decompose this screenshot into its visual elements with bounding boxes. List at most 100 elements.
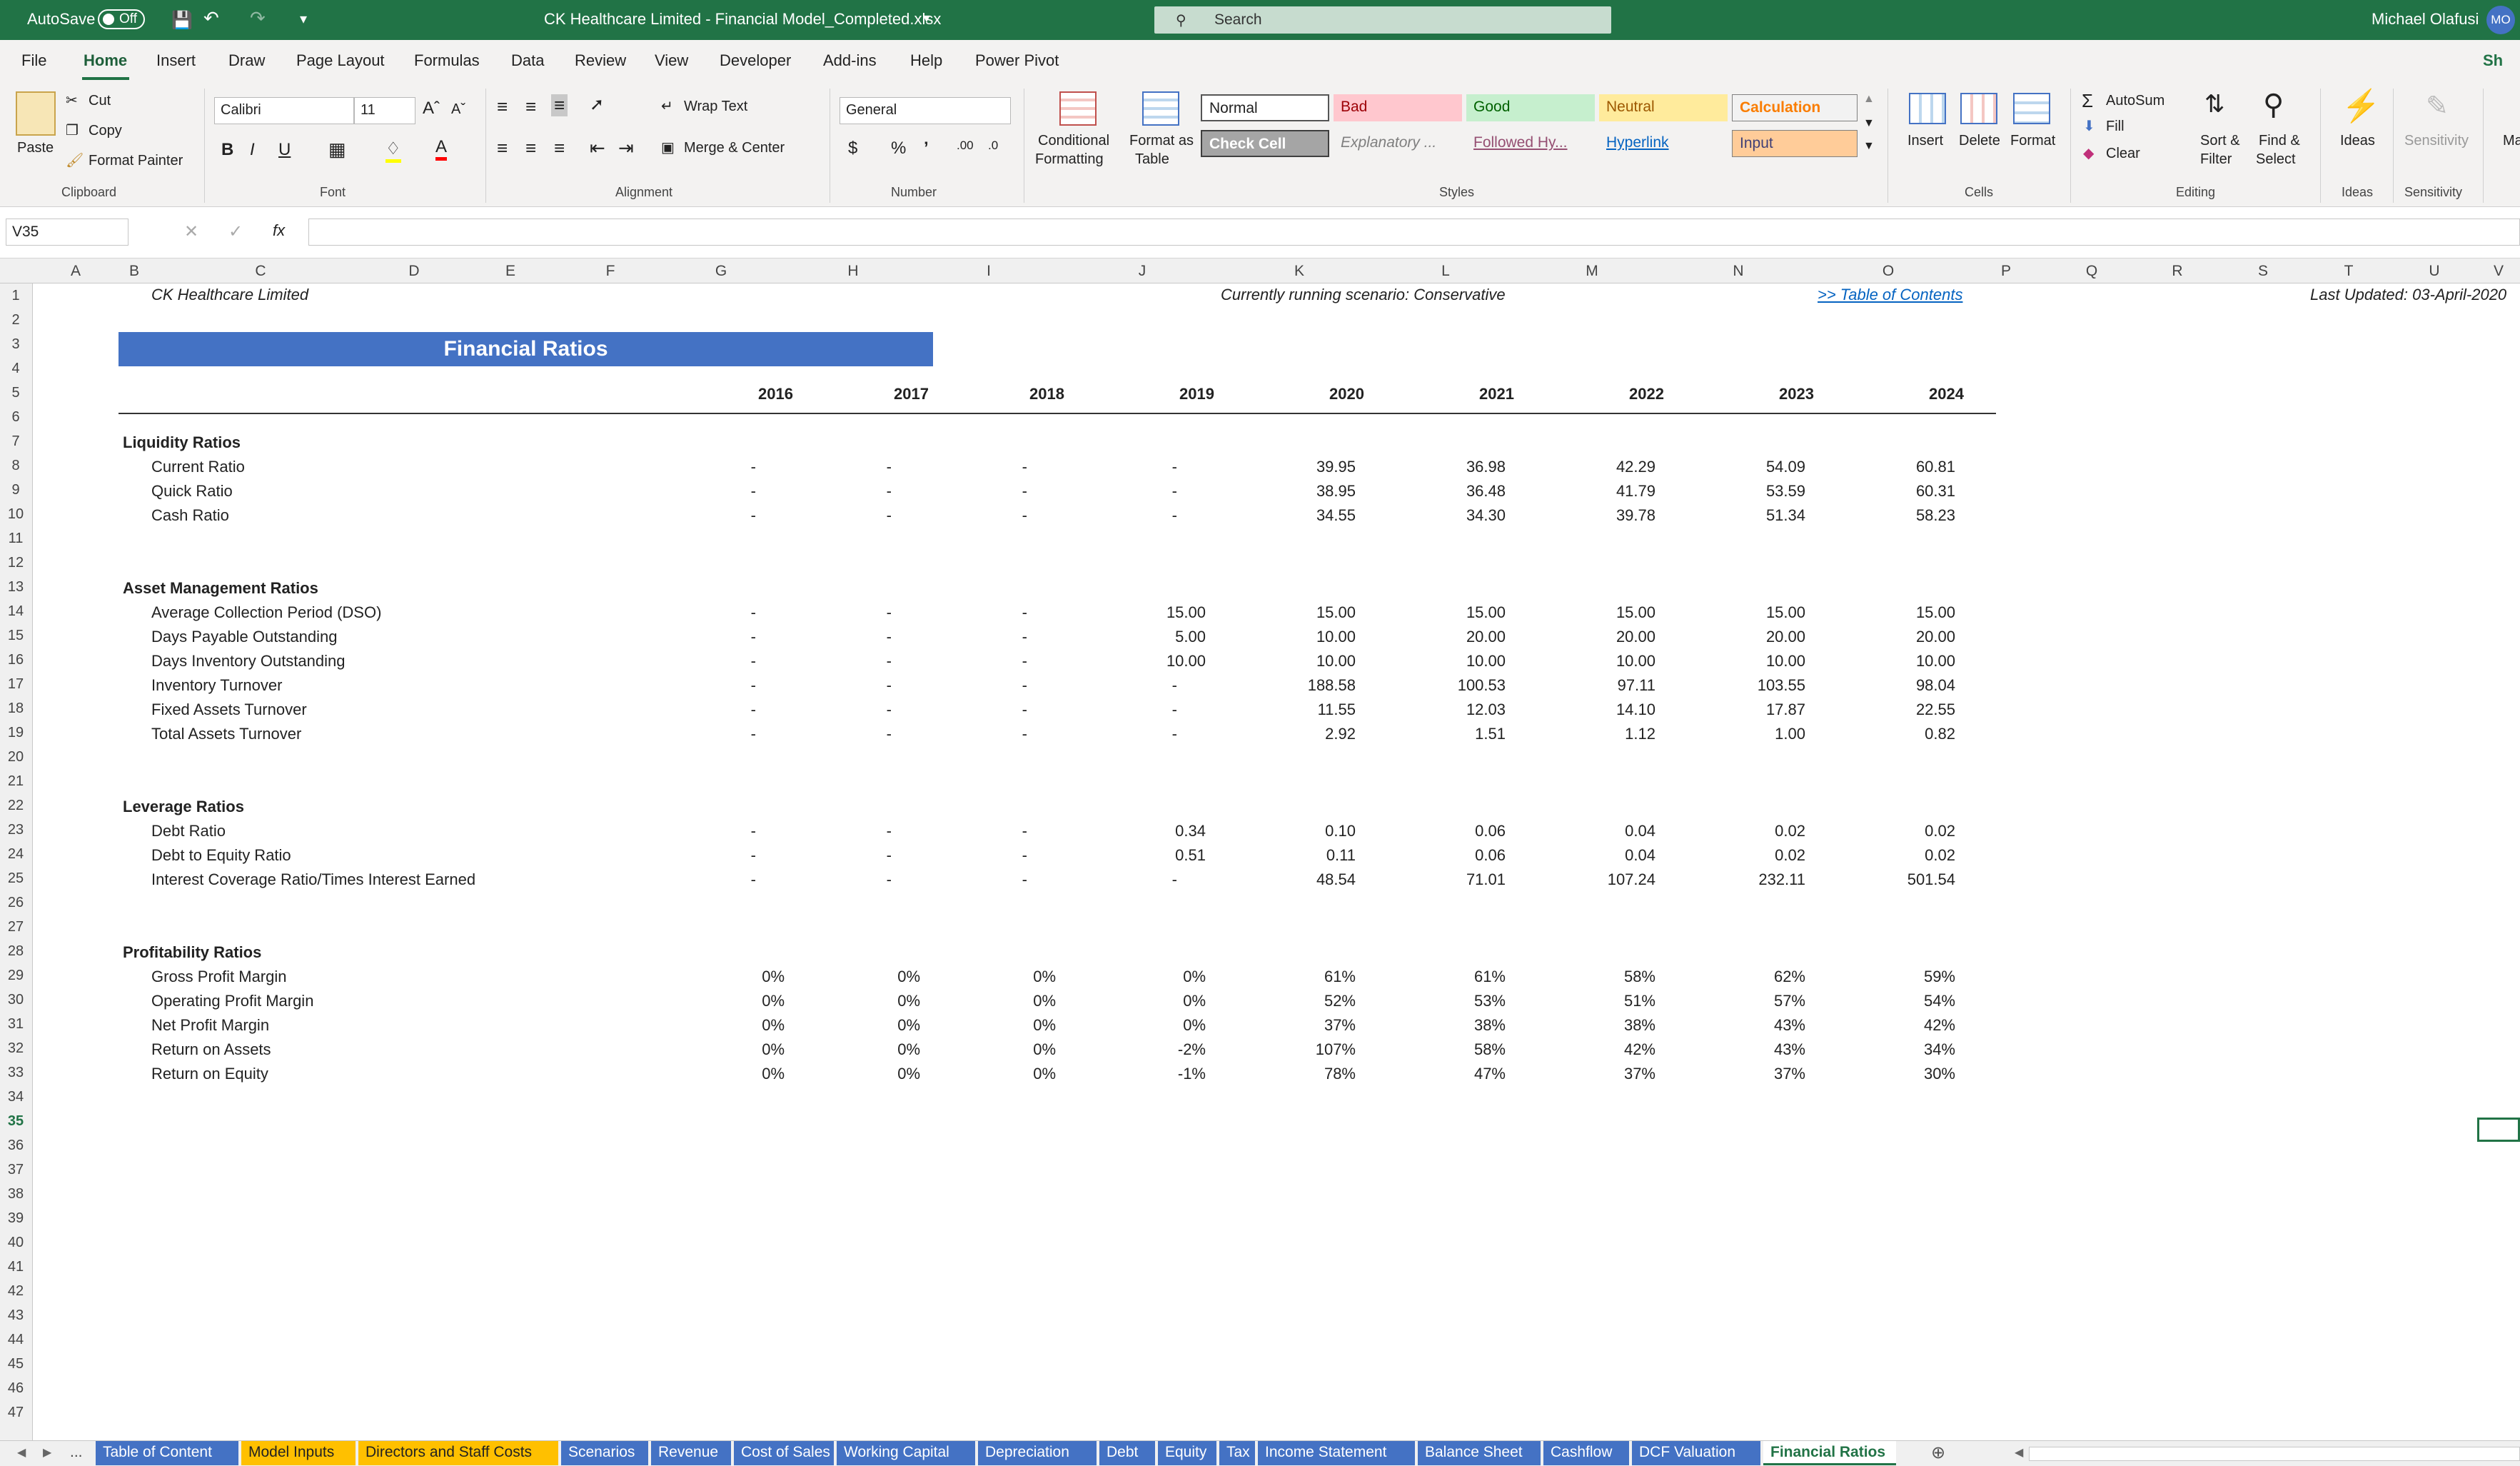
ratio-value[interactable]: 51%: [1556, 992, 1655, 1010]
column-header-l[interactable]: L: [1371, 263, 1521, 280]
column-header-p[interactable]: P: [1963, 263, 2049, 280]
ratio-value[interactable]: 43%: [1705, 1016, 1805, 1035]
increase-font-icon[interactable]: Aˆ: [423, 99, 440, 119]
ratio-value[interactable]: 0%: [685, 1016, 785, 1035]
tab-developer[interactable]: Developer: [720, 51, 791, 70]
underline-button[interactable]: U: [278, 140, 291, 160]
merge-icon[interactable]: ▣: [661, 139, 675, 156]
ratio-value[interactable]: -: [1077, 701, 1177, 719]
copy-button[interactable]: Copy: [89, 123, 122, 139]
ratio-value[interactable]: 0.51: [1106, 846, 1206, 865]
row-header[interactable]: 5: [0, 385, 31, 401]
column-header-t[interactable]: T: [2306, 263, 2392, 280]
column-header-s[interactable]: S: [2220, 263, 2306, 280]
add-sheet-icon[interactable]: ⊕: [1931, 1442, 1945, 1463]
ratio-value[interactable]: 43%: [1705, 1040, 1805, 1059]
styles-scroll-down-icon[interactable]: ▼: [1863, 117, 1875, 130]
borders-icon[interactable]: ▦: [328, 139, 346, 161]
search-box[interactable]: ⚲ Search: [1154, 6, 1611, 34]
ratio-value[interactable]: 0%: [820, 1065, 920, 1083]
ratio-value[interactable]: 188.58: [1256, 676, 1356, 695]
autosave-toggle[interactable]: Off: [98, 9, 145, 29]
align-bottom-icon[interactable]: ≡: [551, 94, 568, 116]
column-header-q[interactable]: Q: [2049, 263, 2135, 280]
ratio-value[interactable]: 58.23: [1855, 506, 1955, 525]
ratio-label[interactable]: Net Profit Margin: [151, 1016, 269, 1035]
ratio-value[interactable]: 0%: [685, 968, 785, 986]
row-header[interactable]: 20: [0, 749, 31, 765]
ratio-label[interactable]: Quick Ratio: [151, 482, 233, 501]
ratio-value[interactable]: -: [927, 725, 1027, 743]
italic-button[interactable]: I: [250, 140, 255, 160]
year-header[interactable]: 2023: [1728, 385, 1814, 403]
ratio-value[interactable]: 15.00: [1256, 603, 1356, 622]
insert-cells-icon[interactable]: [1909, 93, 1946, 124]
formula-input[interactable]: [308, 219, 2520, 246]
ratio-value[interactable]: -: [792, 628, 892, 646]
cancel-icon[interactable]: ✕: [184, 221, 198, 242]
ratio-value[interactable]: 22.55: [1855, 701, 1955, 719]
bold-button[interactable]: B: [221, 140, 233, 160]
section-title[interactable]: Liquidity Ratios: [123, 433, 241, 452]
horizontal-scrollbar[interactable]: [2029, 1447, 2520, 1461]
sheet-tab[interactable]: Revenue: [651, 1441, 731, 1465]
row-header[interactable]: 31: [0, 1016, 31, 1033]
lightning-icon[interactable]: ⚡: [2342, 87, 2381, 124]
ratio-value[interactable]: -: [927, 506, 1027, 525]
ratio-value[interactable]: 0.11: [1256, 846, 1356, 865]
year-header[interactable]: 2024: [1878, 385, 1964, 403]
eraser-icon[interactable]: ◆: [2083, 144, 2094, 162]
column-header-a[interactable]: A: [33, 263, 119, 280]
merge-center-button[interactable]: Merge & Center: [684, 140, 785, 156]
ratio-value[interactable]: 15.00: [1106, 603, 1206, 622]
ratio-value[interactable]: 0%: [956, 1016, 1056, 1035]
share-button[interactable]: Sh: [2483, 51, 2503, 70]
ratio-value[interactable]: 57%: [1705, 992, 1805, 1010]
row-header[interactable]: 36: [0, 1138, 31, 1154]
ratio-value[interactable]: -: [1077, 506, 1177, 525]
ratio-value[interactable]: -: [792, 701, 892, 719]
ratio-value[interactable]: 71.01: [1406, 870, 1506, 889]
row-header[interactable]: 25: [0, 870, 31, 887]
enter-icon[interactable]: ✓: [228, 221, 243, 242]
sheet-tab[interactable]: Directors and Staff Costs: [358, 1441, 558, 1465]
ratio-label[interactable]: Fixed Assets Turnover: [151, 701, 307, 719]
tab-data[interactable]: Data: [511, 51, 544, 70]
style-good[interactable]: Good: [1466, 94, 1595, 121]
sensitivity-button[interactable]: Sensitivity: [2404, 133, 2469, 149]
ratio-value[interactable]: -: [656, 506, 756, 525]
ratio-label[interactable]: Days Payable Outstanding: [151, 628, 338, 646]
row-header[interactable]: 46: [0, 1380, 31, 1397]
align-top-icon[interactable]: ≡: [497, 96, 508, 118]
ratio-value[interactable]: -: [927, 652, 1027, 671]
row-header[interactable]: 27: [0, 919, 31, 935]
sheet-tab[interactable]: Tax: [1219, 1441, 1255, 1465]
ratio-value[interactable]: 0%: [820, 968, 920, 986]
column-header-g[interactable]: G: [657, 263, 785, 280]
ratio-value[interactable]: 103.55: [1705, 676, 1805, 695]
ratio-label[interactable]: Return on Assets: [151, 1040, 271, 1059]
ratio-value[interactable]: 100.53: [1406, 676, 1506, 695]
ratio-value[interactable]: -2%: [1106, 1040, 1206, 1059]
user-name[interactable]: Michael Olafusi: [2372, 10, 2479, 29]
selected-cell[interactable]: [2477, 1118, 2520, 1142]
fill-color-icon[interactable]: ♢: [385, 139, 401, 163]
sheet-tab[interactable]: Income Statement: [1258, 1441, 1415, 1465]
ratio-value[interactable]: -: [1077, 676, 1177, 695]
ratio-value[interactable]: 0%: [956, 968, 1056, 986]
ratio-value[interactable]: -: [656, 603, 756, 622]
row-header[interactable]: 22: [0, 798, 31, 814]
wrap-text-button[interactable]: Wrap Text: [684, 99, 747, 115]
scissors-icon[interactable]: ✂: [66, 91, 78, 109]
style-followed-hyperlink[interactable]: Followed Hy...: [1466, 130, 1595, 157]
ratio-value[interactable]: 36.98: [1406, 458, 1506, 476]
ratio-value[interactable]: -: [792, 458, 892, 476]
column-header-c[interactable]: C: [150, 263, 371, 280]
style-normal[interactable]: Normal: [1201, 94, 1329, 121]
ratio-value[interactable]: 17.87: [1705, 701, 1805, 719]
ratio-value[interactable]: -: [792, 870, 892, 889]
ratio-value[interactable]: 39.78: [1556, 506, 1655, 525]
font-size-select[interactable]: 11: [354, 97, 415, 124]
style-bad[interactable]: Bad: [1334, 94, 1462, 121]
hscroll-left-icon[interactable]: ◀: [2015, 1445, 2023, 1460]
